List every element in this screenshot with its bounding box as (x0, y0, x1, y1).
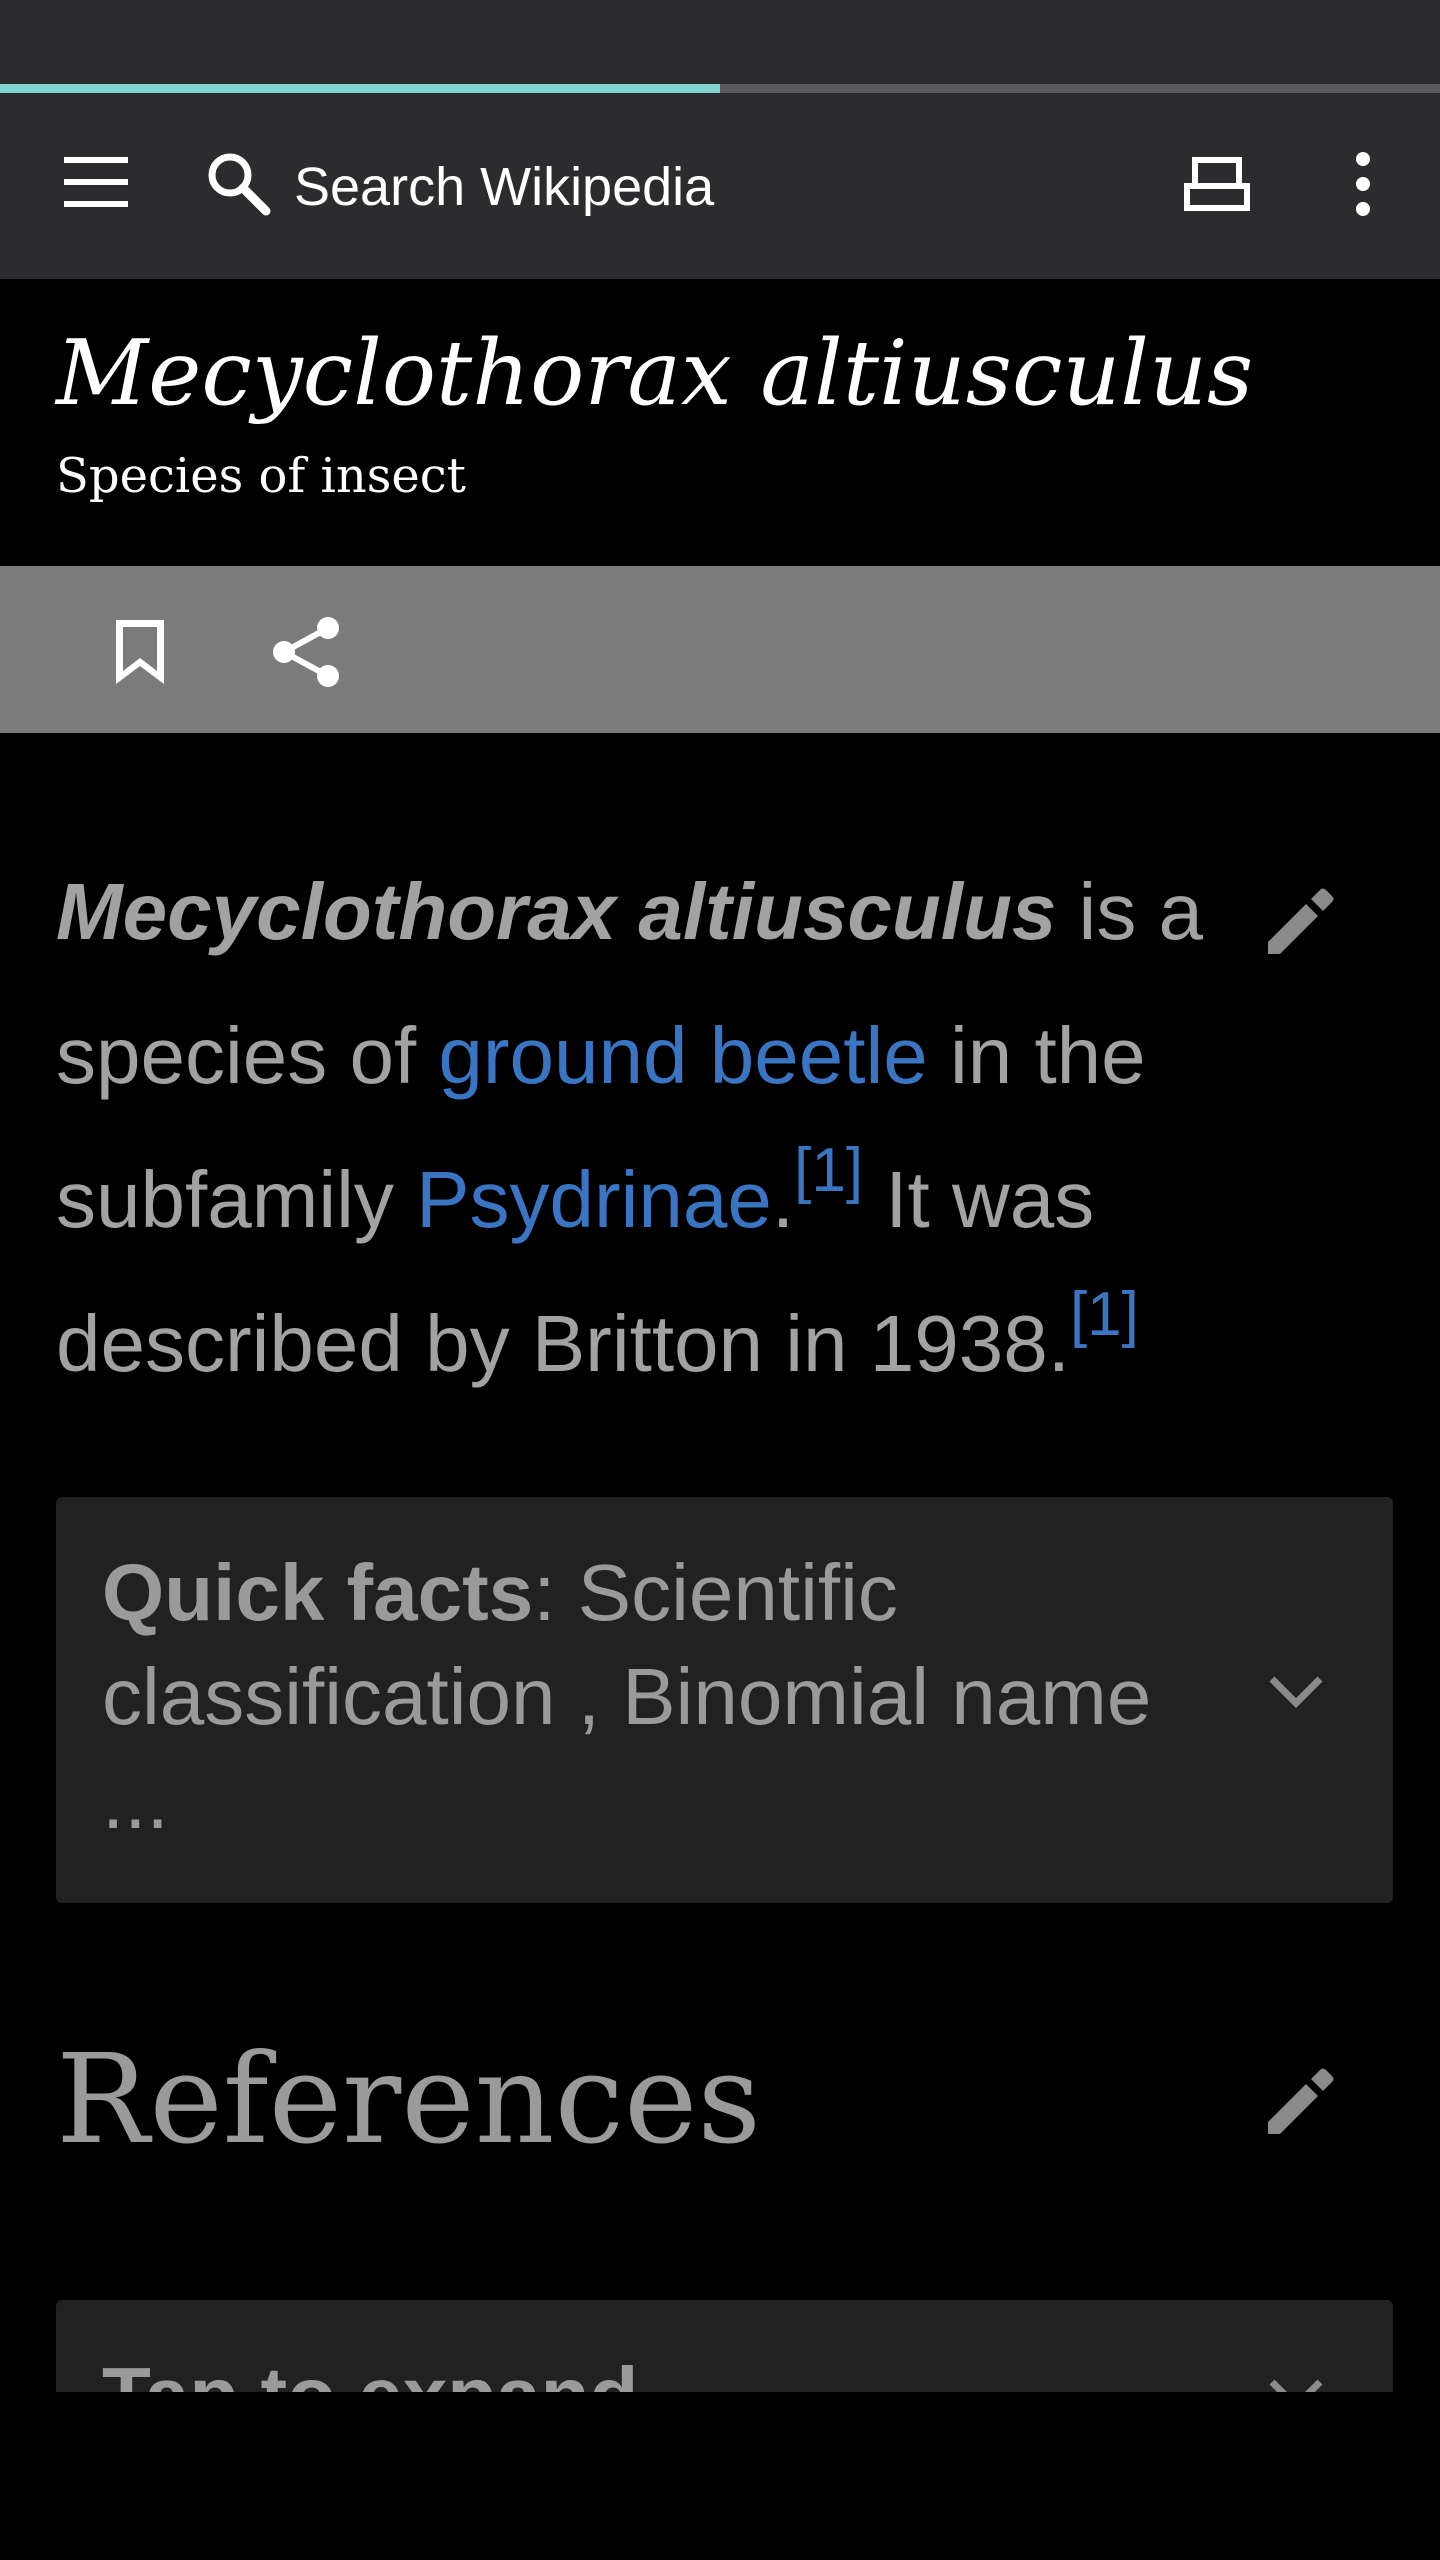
reference-link-1[interactable]: [1] (794, 1136, 863, 1205)
psydrinae-link[interactable]: Psydrinae (416, 1155, 772, 1244)
article-description: Species of insect (56, 448, 466, 504)
chevron-down-icon (1269, 1676, 1323, 1708)
page-load-progress-fill (0, 84, 720, 93)
reference-link-2[interactable]: [1] (1070, 1280, 1139, 1349)
article-title: Mecyclothorax altiusculus (56, 321, 1254, 426)
page-load-progress (0, 84, 1440, 93)
bookmark-icon[interactable] (110, 616, 170, 688)
quick-facts-box[interactable]: Quick facts: Scientific classification ,… (56, 1497, 1393, 1903)
status-bar (0, 0, 1440, 84)
share-icon[interactable] (270, 614, 344, 690)
references-heading: References (56, 2028, 762, 2172)
search-placeholder: Search Wikipedia (294, 157, 715, 217)
quick-facts-label: Quick facts (102, 1548, 534, 1637)
lead-paragraph: Mecyclothorax altiusculus is a species o… (56, 840, 1266, 1416)
article-subject-bold: Mecyclothorax altiusculus (56, 867, 1057, 956)
tabs-icon[interactable] (1178, 151, 1256, 217)
hamburger-menu-icon[interactable] (62, 151, 132, 217)
search-icon (208, 153, 271, 216)
more-vert-icon[interactable] (1346, 149, 1380, 219)
bottom-navigation-area (0, 2392, 1440, 2560)
top-toolbar: Search Wikipedia (0, 93, 1440, 279)
ground-beetle-link[interactable]: ground beetle (438, 1011, 927, 1100)
article-header: Mecyclothorax altiusculus Species of ins… (0, 279, 1440, 566)
edit-references-pencil-icon[interactable] (1262, 2060, 1342, 2140)
article-action-bar (0, 566, 1440, 733)
quick-facts-summary: Quick facts: Scientific classification ,… (102, 1541, 1162, 1853)
edit-lead-pencil-icon[interactable] (1262, 880, 1342, 960)
article-page: Search Wikipedia Mecyclothorax altiuscul… (0, 0, 1440, 2560)
lead-text: . (771, 1155, 795, 1244)
